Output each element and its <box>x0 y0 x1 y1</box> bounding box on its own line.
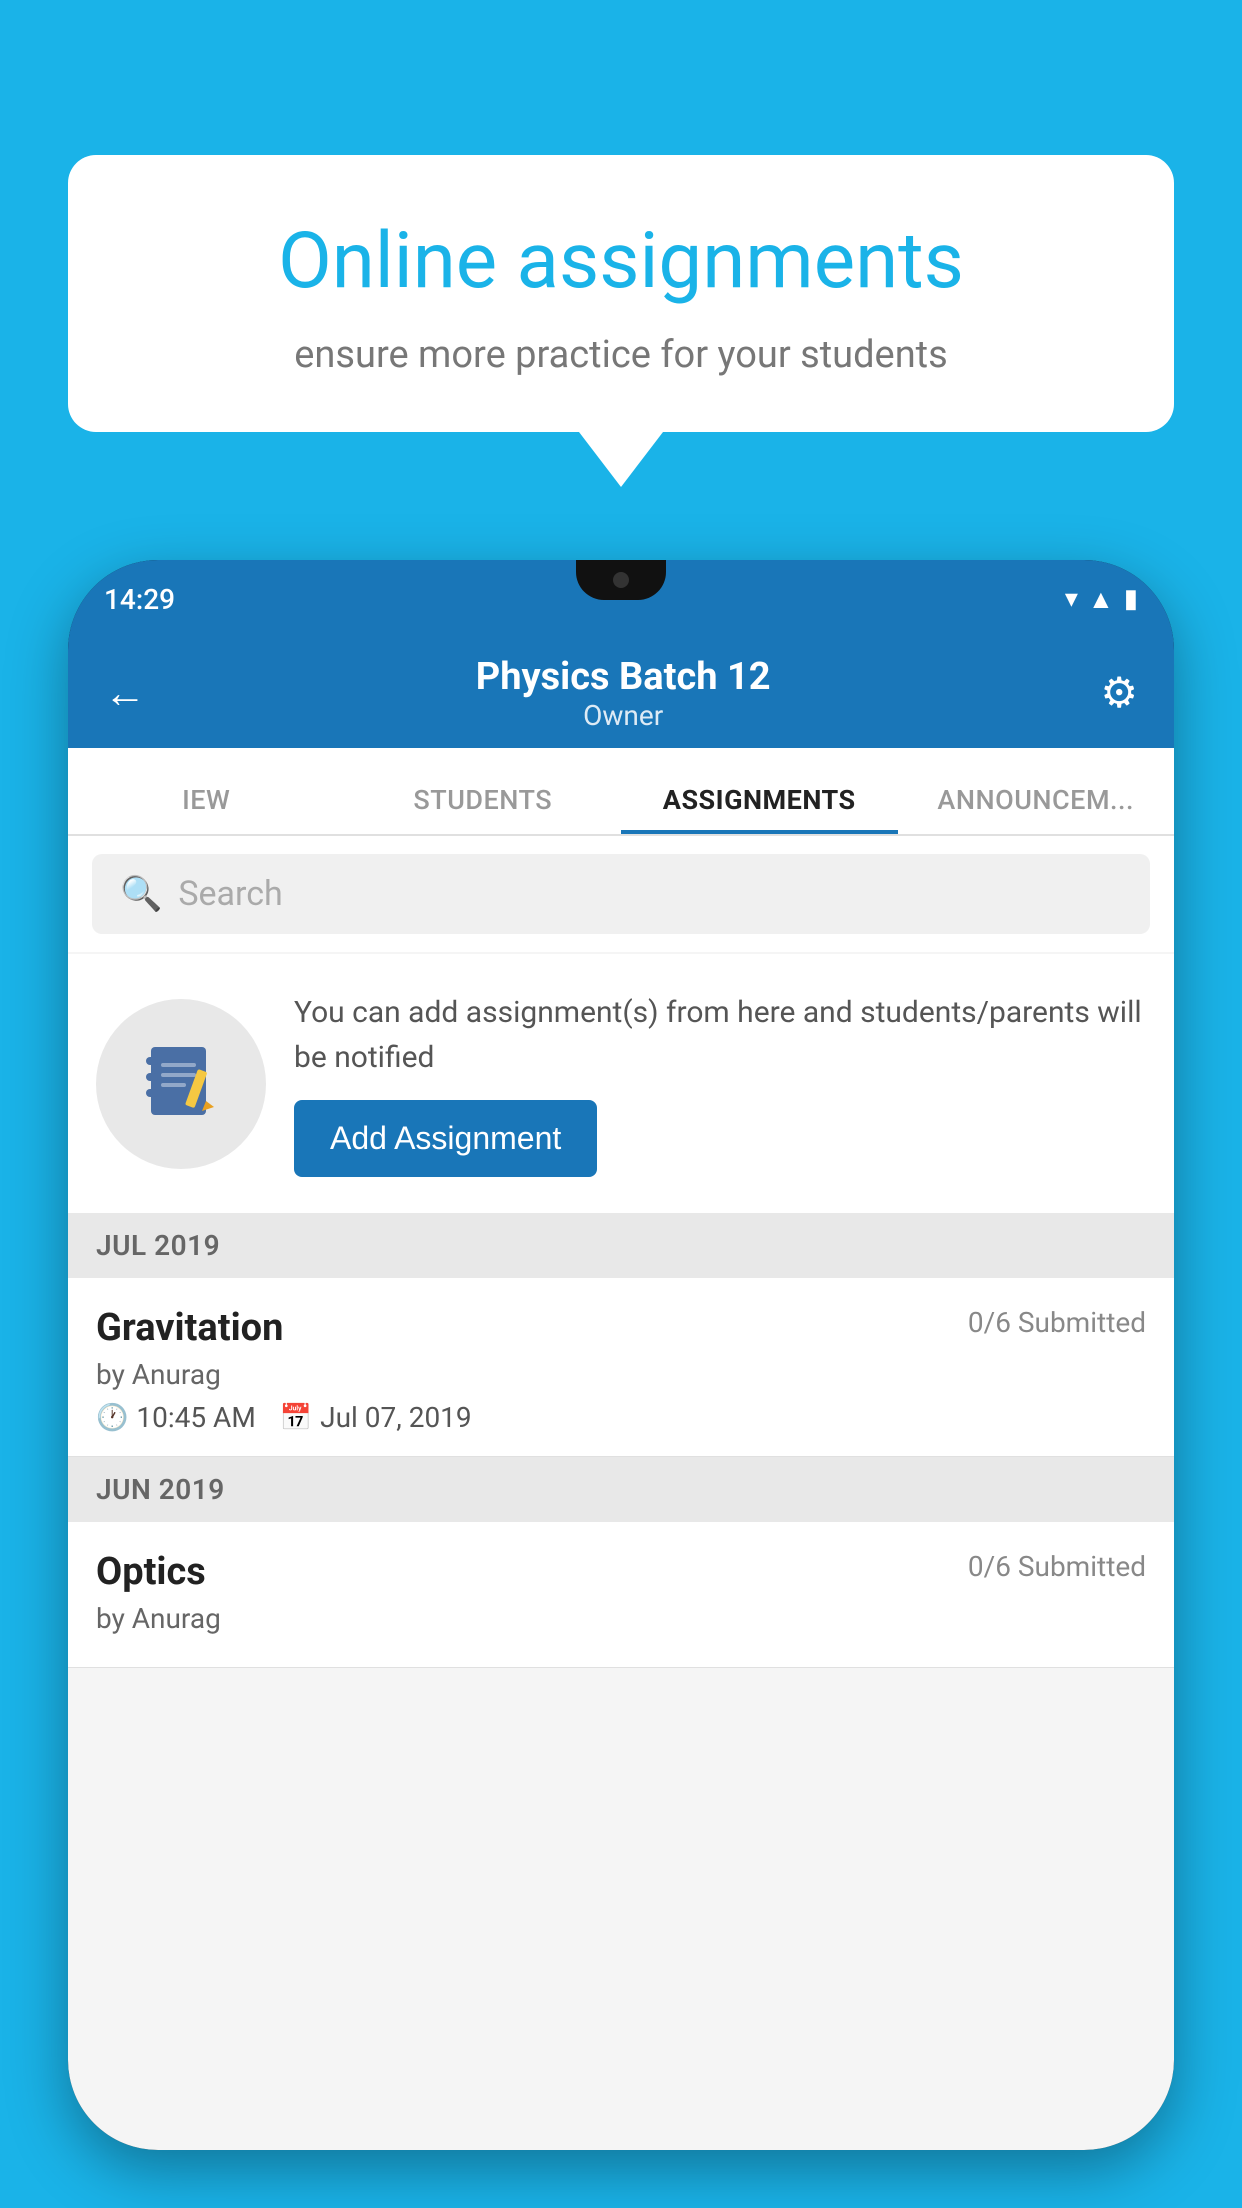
search-bar-wrap: 🔍 Search <box>68 836 1174 952</box>
status-time: 14:29 <box>104 583 175 616</box>
speech-bubble-container: Online assignments ensure more practice … <box>68 155 1174 487</box>
assignment-top-row: Gravitation 0/6 Submitted <box>96 1306 1146 1350</box>
camera <box>613 572 629 588</box>
tab-assignments[interactable]: ASSIGNMENTS <box>621 784 898 834</box>
app-header: ← Physics Batch 12 Owner ⚙ <box>68 638 1174 748</box>
notch <box>576 560 666 600</box>
header-subtitle: Owner <box>476 699 771 732</box>
speech-bubble-title: Online assignments <box>138 215 1104 309</box>
battery-icon: ▮ <box>1124 584 1138 614</box>
phone-frame: 14:29 ▾ ▲ ▮ ← Physics Batch 12 Owner ⚙ I… <box>68 560 1174 2150</box>
assignment-date: 📅 Jul 07, 2019 <box>280 1401 472 1434</box>
status-icons: ▾ ▲ ▮ <box>1065 584 1138 615</box>
clock-icon: 🕐 <box>96 1403 128 1433</box>
signal-icon: ▲ <box>1088 584 1114 615</box>
assignment-title-optics: Optics <box>96 1550 206 1594</box>
speech-bubble-subtitle: ensure more practice for your students <box>138 333 1104 377</box>
promo-icon-circle <box>96 999 266 1169</box>
assignment-top-row-optics: Optics 0/6 Submitted <box>96 1550 1146 1594</box>
phone-content: 🔍 Search <box>68 836 1174 2150</box>
back-button[interactable]: ← <box>104 669 146 718</box>
header-title: Physics Batch 12 <box>476 655 771 699</box>
search-placeholder: Search <box>178 874 282 914</box>
assignment-submitted: 0/6 Submitted <box>968 1306 1146 1339</box>
promo-text-area: You can add assignment(s) from here and … <box>294 990 1146 1177</box>
assignment-submitted-optics: 0/6 Submitted <box>968 1550 1146 1583</box>
assignment-title: Gravitation <box>96 1306 283 1350</box>
speech-bubble-tail <box>579 432 663 487</box>
search-bar[interactable]: 🔍 Search <box>92 854 1150 934</box>
speech-bubble: Online assignments ensure more practice … <box>68 155 1174 432</box>
assignment-dates: 🕐 10:45 AM 📅 Jul 07, 2019 <box>96 1401 1146 1434</box>
notebook-svg-icon <box>136 1039 226 1129</box>
assignment-item-gravitation[interactable]: Gravitation 0/6 Submitted by Anurag 🕐 10… <box>68 1278 1174 1457</box>
wifi-icon: ▾ <box>1065 584 1078 614</box>
section-jun-2019: JUN 2019 <box>68 1457 1174 1522</box>
tabs-bar: IEW STUDENTS ASSIGNMENTS ANNOUNCEM... <box>68 748 1174 836</box>
tab-students[interactable]: STUDENTS <box>345 784 622 834</box>
assignment-time: 🕐 10:45 AM <box>96 1401 256 1434</box>
status-bar: 14:29 ▾ ▲ ▮ <box>68 560 1174 638</box>
search-icon: 🔍 <box>120 874 162 914</box>
gear-icon[interactable]: ⚙ <box>1100 668 1138 718</box>
assignment-item-optics[interactable]: Optics 0/6 Submitted by Anurag <box>68 1522 1174 1668</box>
promo-description: You can add assignment(s) from here and … <box>294 990 1146 1080</box>
calendar-icon: 📅 <box>280 1403 312 1433</box>
add-assignment-button[interactable]: Add Assignment <box>294 1100 597 1177</box>
tab-iew[interactable]: IEW <box>68 784 345 834</box>
assignment-promo: You can add assignment(s) from here and … <box>68 954 1174 1213</box>
header-center: Physics Batch 12 Owner <box>476 655 771 732</box>
section-jul-2019: JUL 2019 <box>68 1213 1174 1278</box>
assignment-author-optics: by Anurag <box>96 1602 1146 1635</box>
assignment-author: by Anurag <box>96 1358 1146 1391</box>
assignment-date-value: Jul 07, 2019 <box>320 1401 472 1434</box>
tab-announcements[interactable]: ANNOUNCEM... <box>898 784 1175 834</box>
assignment-time-value: 10:45 AM <box>136 1401 255 1434</box>
